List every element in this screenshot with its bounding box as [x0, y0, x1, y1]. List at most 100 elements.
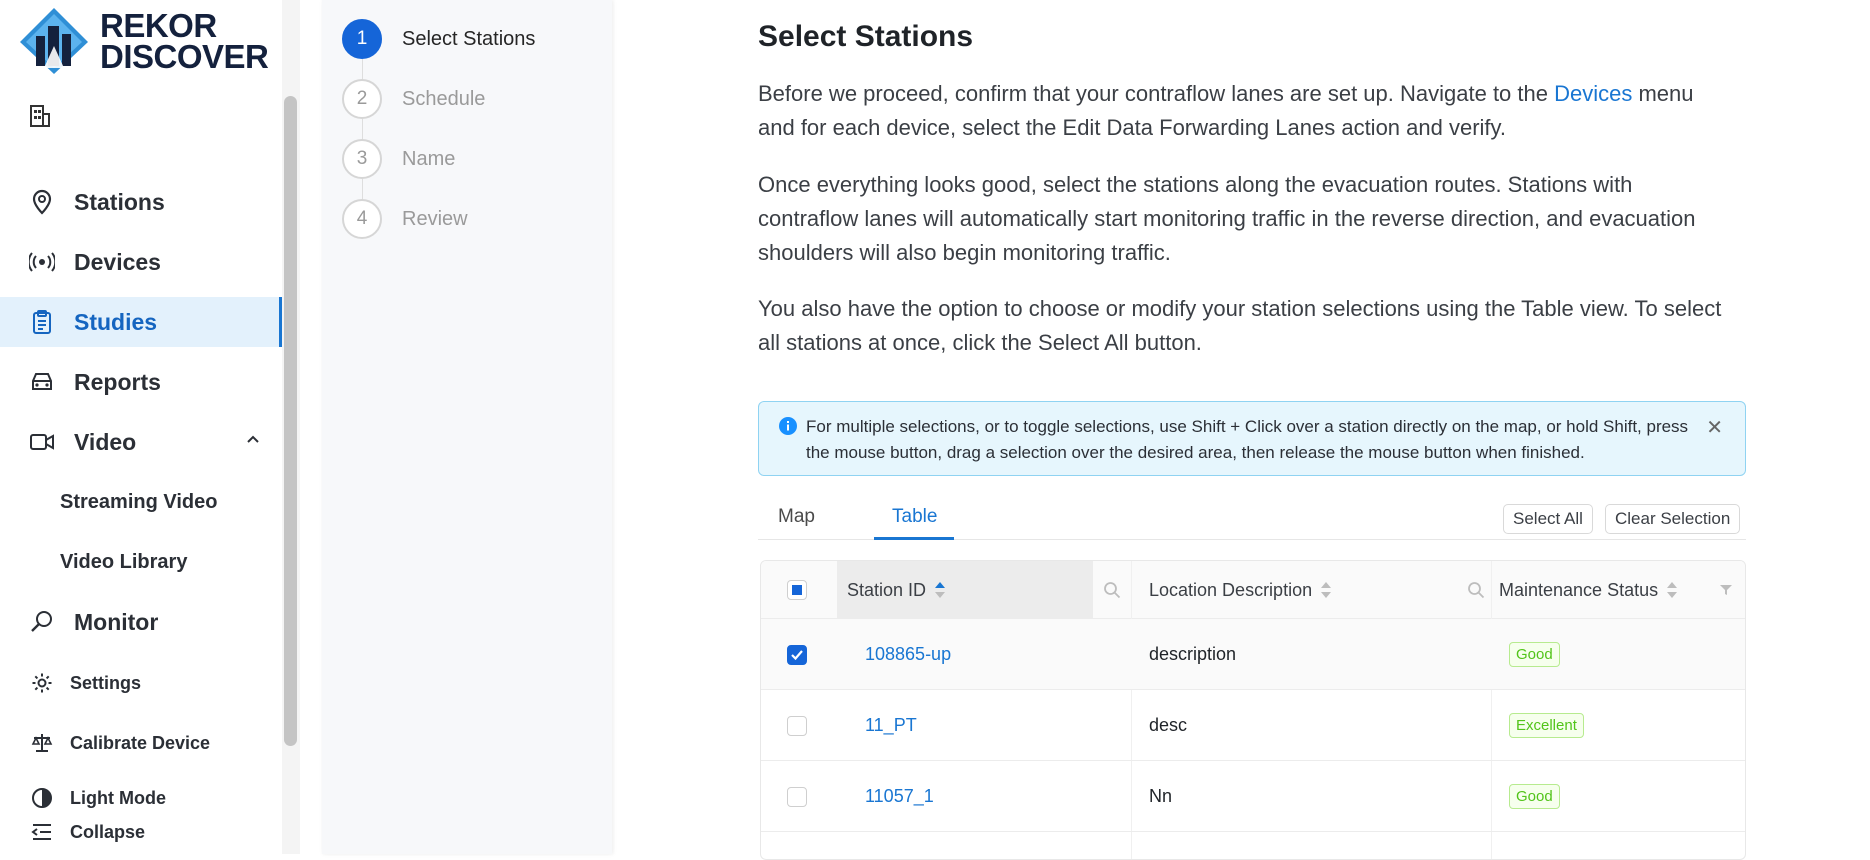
- location-cell: description: [1149, 644, 1237, 664]
- step-label: Select Stations: [402, 27, 536, 50]
- tab-table[interactable]: Table: [892, 506, 937, 528]
- chevron-up-icon: [247, 435, 259, 443]
- sidebar-scrollbar[interactable]: [284, 96, 297, 746]
- status-cell: Good: [1509, 761, 1560, 832]
- step-connector: [362, 58, 363, 80]
- wizard-steps: 1 Select Stations 2 Schedule 3 Name 4 Re…: [322, 0, 612, 854]
- select-all-button[interactable]: Select All: [1503, 504, 1593, 534]
- location-cell: desc: [1149, 715, 1188, 735]
- row-checkbox[interactable]: [787, 644, 807, 665]
- sidebar-item-label: Calibrate Device: [70, 732, 211, 753]
- step-number: 1: [342, 19, 382, 59]
- sidebar-item-label: Streaming Video: [60, 490, 218, 513]
- row-checkbox[interactable]: [787, 786, 807, 807]
- step-label: Review: [402, 207, 468, 230]
- column-label: Location Description: [1149, 579, 1313, 600]
- step-number: 3: [342, 139, 382, 179]
- row-checkbox-cell: [787, 690, 807, 761]
- status-filter[interactable]: [1719, 561, 1739, 619]
- step-connector: [362, 178, 363, 200]
- sidebar-item-video-library[interactable]: Video Library: [0, 537, 282, 587]
- table-header: Station ID Location Description Maintena…: [761, 561, 1745, 619]
- instructions-paragraph: Once everything looks good, select the s…: [758, 172, 1696, 265]
- sidebar-item-streaming-video[interactable]: Streaming Video: [0, 477, 282, 527]
- sidebar-item-label: Video Library: [60, 550, 188, 573]
- table-row[interactable]: 11_PT desc Excellent: [761, 690, 1745, 761]
- intro-paragraph: Before we proceed, confirm that your con…: [758, 77, 1728, 145]
- sidebar-item-label: Stations: [74, 188, 165, 215]
- sidebar-item-monitor[interactable]: Monitor: [0, 597, 282, 647]
- search-icon: [1104, 582, 1121, 599]
- sort-icon[interactable]: [935, 582, 946, 598]
- station-id-search[interactable]: [1103, 561, 1123, 619]
- devices-link[interactable]: Devices: [1554, 81, 1632, 106]
- sidebar: REKOR DISCOVER Stations Devices Studies: [0, 0, 300, 854]
- logo-line-2: DISCOVER: [100, 38, 269, 75]
- station-id-link[interactable]: 11057_1: [865, 761, 934, 832]
- sidebar-item-label: Settings: [70, 672, 142, 693]
- station-id-link[interactable]: 108865-up: [865, 619, 951, 690]
- step-label: Schedule: [402, 87, 486, 110]
- sidebar-item-label: Studies: [74, 308, 158, 335]
- search-icon: [1468, 582, 1485, 599]
- clipboard-icon: [28, 308, 56, 336]
- map-pin-icon: [28, 188, 56, 216]
- station-id-link[interactable]: 11_PT: [865, 690, 917, 761]
- scale-icon: [28, 729, 56, 757]
- column-location-description[interactable]: Location Description: [1139, 561, 1439, 619]
- alert-message: For multiple selections, or to toggle se…: [806, 417, 1689, 462]
- status-badge: Excellent: [1509, 713, 1584, 738]
- sidebar-item-studies[interactable]: Studies: [0, 297, 282, 347]
- building-icon: [30, 105, 50, 127]
- sort-icon[interactable]: [1667, 582, 1678, 598]
- step-schedule[interactable]: 2 Schedule: [342, 79, 485, 119]
- clear-selection-button[interactable]: Clear Selection: [1605, 504, 1741, 534]
- status-badge: Good: [1509, 784, 1560, 809]
- step-number: 4: [342, 199, 382, 239]
- location-search[interactable]: [1467, 561, 1487, 619]
- sidebar-item-label: Video: [74, 428, 137, 455]
- step-name[interactable]: 3 Name: [342, 139, 455, 179]
- close-icon[interactable]: ✕: [1706, 415, 1723, 440]
- logo-mark-icon: [20, 8, 88, 74]
- car-icon: [28, 368, 56, 396]
- sidebar-item-label: Light Mode: [70, 787, 166, 808]
- collapse-sidebar-button[interactable]: Collapse: [0, 812, 282, 852]
- sidebar-item-calibrate-device[interactable]: Calibrate Device: [0, 718, 282, 768]
- sidebar-item-reports[interactable]: Reports: [0, 357, 282, 407]
- status-badge: Good: [1509, 642, 1560, 667]
- main-content: Select Stations Before we proceed, confi…: [758, 0, 1748, 860]
- status-cell: Excellent: [1509, 690, 1584, 761]
- row-checkbox[interactable]: [787, 715, 807, 736]
- table-row[interactable]: 108865-up description Good: [761, 619, 1745, 690]
- sidebar-item-label: Monitor: [74, 608, 159, 635]
- info-alert: For multiple selections, or to toggle se…: [758, 401, 1746, 476]
- column-station-id[interactable]: Station ID: [837, 561, 1093, 619]
- step-select-stations[interactable]: 1 Select Stations: [342, 19, 535, 59]
- step-review[interactable]: 4 Review: [342, 199, 468, 239]
- sidebar-item-video[interactable]: Video: [0, 417, 282, 467]
- logo-text: REKOR DISCOVER: [100, 9, 269, 75]
- view-tabs: Map Table Select All Clear Selection: [758, 498, 1746, 540]
- table-row[interactable]: 11057_1 Nn Good: [761, 761, 1745, 832]
- sort-icon[interactable]: [1321, 582, 1332, 598]
- contrast-icon: [28, 784, 56, 812]
- header-checkbox-cell: [787, 561, 827, 619]
- select-all-checkbox[interactable]: [787, 580, 807, 600]
- sidebar-item-stations[interactable]: Stations: [0, 177, 282, 227]
- sidebar-item-label: Reports: [74, 368, 161, 395]
- sidebar-item-label: Devices: [74, 248, 161, 275]
- organization-selector[interactable]: [28, 102, 268, 132]
- table-hint-paragraph: You also have the option to choose or mo…: [758, 296, 1722, 355]
- column-maintenance-status[interactable]: Maintenance Status: [1499, 561, 1719, 619]
- column-label: Station ID: [847, 579, 927, 600]
- step-number: 2: [342, 79, 382, 119]
- intro-text-before: Before we proceed, confirm that your con…: [758, 81, 1555, 106]
- tab-map[interactable]: Map: [778, 506, 815, 528]
- row-checkbox-cell: [787, 761, 807, 832]
- sidebar-item-settings[interactable]: Settings: [0, 658, 282, 708]
- rekor-discover-logo[interactable]: REKOR DISCOVER: [18, 6, 288, 76]
- sidebar-item-devices[interactable]: Devices: [0, 237, 282, 287]
- sidebar-item-label: Collapse: [70, 821, 146, 842]
- active-tab-indicator: [874, 537, 954, 540]
